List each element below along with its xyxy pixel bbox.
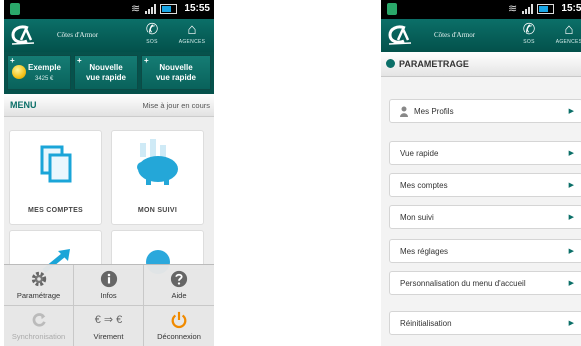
- menu-title: MENU: [10, 100, 37, 110]
- chevron-right-icon: ▶: [568, 320, 574, 327]
- quick-view-new-2[interactable]: + Nouvelle vue rapide: [141, 55, 211, 90]
- option-label: Infos: [100, 291, 117, 300]
- phone-screen-home: ≋ 15:55 Côtes d'Armor ✆ SOS ⌂ AGENCES + …: [4, 0, 214, 346]
- chevron-right-icon: ▶: [568, 248, 574, 255]
- chevron-right-icon: ▶: [568, 182, 574, 189]
- title-bullet-icon: [386, 59, 395, 68]
- documents-icon: [40, 145, 71, 183]
- quick-view-bar: + Exemple 3425 € + Nouvelle vue rapide +…: [4, 52, 214, 94]
- deconnexion-button[interactable]: Déconnexion: [144, 306, 214, 346]
- phone-icon: ✆: [145, 21, 159, 38]
- tile-mon-suivi[interactable]: MON SUIVI: [111, 130, 204, 225]
- sync-icon: [32, 313, 46, 327]
- quick-view-line1: Nouvelle: [159, 63, 193, 72]
- page-title: PARAMETRAGE: [399, 59, 469, 69]
- settings-title-bar: PARAMETRAGE: [381, 52, 581, 77]
- agency-icon: ⌂: [187, 21, 197, 38]
- option-label: Virement: [93, 332, 124, 341]
- quick-view-line2: vue rapide: [155, 73, 196, 82]
- app-header: Côtes d'Armor ✆ SOS ⌂ AGENCES: [381, 19, 581, 52]
- region-label: Côtes d'Armor: [434, 31, 476, 39]
- app-notification-icon: [10, 3, 20, 15]
- status-bar: ≋ 15:55: [4, 0, 214, 19]
- option-label: Déconnexion: [157, 332, 201, 341]
- tile-label: MON SUIVI: [137, 207, 178, 214]
- sos-button[interactable]: ✆ SOS: [132, 19, 172, 52]
- person-icon: [400, 106, 408, 117]
- settings-item-label: Mon suivi: [400, 213, 434, 222]
- quick-view-new-1[interactable]: + Nouvelle vue rapide: [74, 55, 138, 90]
- settings-item-reinitialisation[interactable]: Réinitialisation ▶: [389, 311, 581, 335]
- settings-item-label: Mes réglages: [400, 247, 449, 256]
- settings-item-label: Vue rapide: [400, 149, 439, 158]
- agences-label: AGENCES: [178, 39, 206, 45]
- options-menu: Paramétrage Infos Aide Synchronisation €…: [4, 264, 214, 346]
- plus-icon: +: [144, 56, 149, 65]
- power-icon: [171, 311, 187, 329]
- chevron-right-icon: ▶: [568, 280, 574, 287]
- settings-item-vue-rapide[interactable]: Vue rapide ▶: [389, 141, 581, 165]
- wifi-icon: ≋: [508, 3, 518, 15]
- plus-icon: +: [10, 56, 15, 65]
- synchronisation-button[interactable]: Synchronisation: [4, 306, 74, 346]
- option-label: Paramétrage: [16, 291, 61, 300]
- bank-logo-icon: [388, 25, 412, 45]
- help-icon: [170, 270, 188, 288]
- chevron-right-icon: ▶: [568, 108, 574, 115]
- quick-view-exemple[interactable]: + Exemple 3425 €: [7, 55, 71, 90]
- gear-icon: [31, 271, 46, 287]
- app-header: Côtes d'Armor ✆ SOS ⌂ AGENCES: [4, 19, 214, 52]
- coin-icon: [12, 65, 26, 79]
- agences-label: AGENCES: [555, 39, 581, 45]
- sos-button[interactable]: ✆ SOS: [509, 19, 549, 52]
- settings-item-label: Personnalisation du menu d'accueil: [400, 279, 526, 288]
- aide-button[interactable]: Aide: [144, 265, 214, 306]
- plus-icon: +: [77, 56, 82, 65]
- quick-view-line1: Nouvelle: [89, 63, 123, 72]
- signal-icon: [145, 4, 156, 14]
- settings-item-mes-comptes[interactable]: Mes comptes ▶: [389, 173, 581, 197]
- signal-icon: [522, 4, 533, 14]
- transfer-icon: € ⇒ €: [94, 314, 123, 326]
- settings-item-label: Réinitialisation: [400, 319, 452, 328]
- battery-icon: [537, 4, 554, 14]
- agences-button[interactable]: ⌂ AGENCES: [172, 19, 212, 52]
- settings-item-mes-reglages[interactable]: Mes réglages ▶: [389, 239, 581, 263]
- option-label: Aide: [171, 291, 187, 300]
- chevron-right-icon: ▶: [568, 214, 574, 221]
- tile-mes-comptes[interactable]: MES COMPTES: [9, 130, 102, 225]
- settings-item-label: Mes comptes: [400, 181, 448, 190]
- sos-label: SOS: [146, 39, 158, 45]
- infos-button[interactable]: Infos: [74, 265, 144, 306]
- status-time: 15:56: [561, 3, 581, 14]
- phone-icon: ✆: [522, 21, 536, 38]
- status-bar: ≋ 15:56: [381, 0, 581, 19]
- update-status: Mise à jour en cours: [142, 101, 210, 110]
- battery-icon: [160, 4, 177, 14]
- settings-item-mon-suivi[interactable]: Mon suivi ▶: [389, 205, 581, 229]
- status-time: 15:55: [184, 3, 210, 14]
- option-label: Synchronisation: [11, 332, 66, 341]
- menu-bar: MENU Mise à jour en cours: [4, 94, 214, 117]
- tile-label: MES COMPTES: [27, 207, 84, 214]
- chevron-right-icon: ▶: [568, 150, 574, 157]
- virement-button[interactable]: € ⇒ € Virement: [74, 306, 144, 346]
- bank-logo-icon: [11, 25, 35, 45]
- agences-button[interactable]: ⌂ AGENCES: [549, 19, 581, 52]
- wifi-icon: ≋: [131, 3, 141, 15]
- info-icon: [100, 270, 117, 288]
- settings-item-mes-profils[interactable]: Mes Profils ▶: [389, 99, 581, 123]
- parametrage-button[interactable]: Paramétrage: [4, 265, 74, 306]
- app-notification-icon: [387, 3, 397, 15]
- settings-item-personnalisation[interactable]: Personnalisation du menu d'accueil ▶: [389, 271, 581, 295]
- settings-item-label: Mes Profils: [414, 107, 454, 116]
- sos-label: SOS: [523, 39, 535, 45]
- phone-screen-settings: ≋ 15:56 Côtes d'Armor ✆ SOS ⌂ AGENCES PA…: [381, 0, 581, 346]
- piggy-bank-icon: [136, 139, 178, 185]
- agency-icon: ⌂: [564, 21, 574, 38]
- region-label: Côtes d'Armor: [57, 31, 99, 39]
- quick-view-line2: vue rapide: [85, 73, 126, 82]
